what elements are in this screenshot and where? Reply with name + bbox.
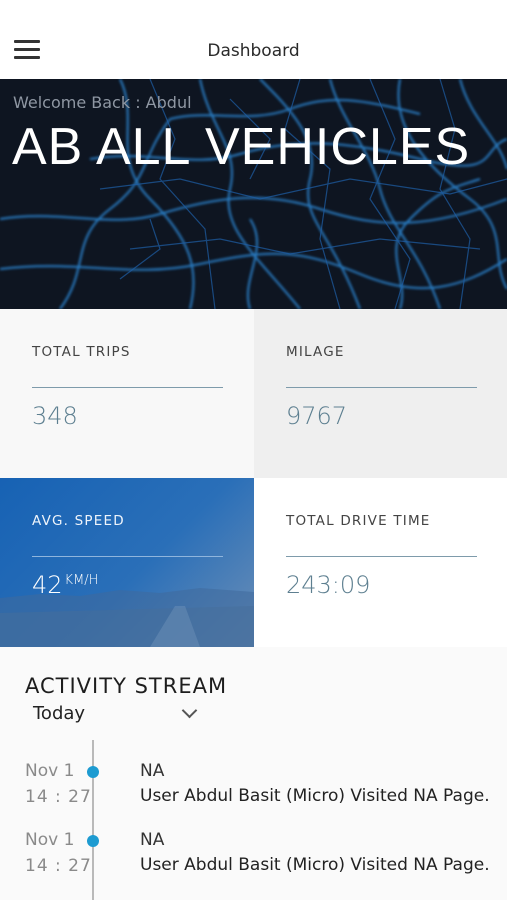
timeline-dot-icon <box>87 835 99 847</box>
divider <box>32 387 223 388</box>
activity-stream-heading: ACTIVITY STREAM <box>25 674 228 698</box>
divider <box>32 556 223 557</box>
activity-stream-section: ACTIVITY STREAM Today Nov 1 14 : 27 NA U… <box>0 647 507 900</box>
entry-date: Nov 1 <box>25 830 75 850</box>
activity-entry[interactable]: Nov 1 14 : 27 NA User Abdul Basit (Micro… <box>0 761 507 821</box>
road-background-graphic <box>0 588 254 647</box>
total-drive-time-value: 243:09 <box>286 571 371 599</box>
total-drive-time-label: TOTAL DRIVE TIME <box>286 513 431 529</box>
entry-date: Nov 1 <box>25 761 75 781</box>
app-header: Dashboard <box>0 0 507 79</box>
avg-speed-card[interactable]: AVG. SPEED 42 KM/H <box>0 478 254 647</box>
divider <box>286 556 477 557</box>
page-title: Dashboard <box>207 41 300 61</box>
activity-entry[interactable]: Nov 1 14 : 27 NA User Abdul Basit (Micro… <box>0 830 507 890</box>
timeline-dot-icon <box>87 766 99 778</box>
hero-banner: Welcome Back : Abdul AB ALL VEHICLES <box>0 79 507 309</box>
entry-time: 14 : 27 <box>25 856 92 876</box>
milage-card[interactable]: MILAGE 9767 <box>254 309 507 478</box>
divider <box>286 387 477 388</box>
avg-speed-label: AVG. SPEED <box>32 513 125 529</box>
entry-title: NA <box>140 761 165 781</box>
speed-unit: KM/H <box>64 573 99 588</box>
chevron-down-icon[interactable] <box>181 702 198 719</box>
fleet-name-heading: AB ALL VEHICLES <box>12 118 471 176</box>
entry-description: User Abdul Basit (Micro) Visited NA Page… <box>140 855 490 875</box>
milage-label: MILAGE <box>286 344 345 360</box>
milage-value: 9767 <box>286 402 348 430</box>
total-drive-time-card[interactable]: TOTAL DRIVE TIME 243:09 <box>254 478 507 647</box>
road-map-graphic <box>0 79 507 309</box>
date-filter-dropdown[interactable]: Today <box>33 702 205 731</box>
total-trips-card[interactable]: TOTAL TRIPS 348 <box>0 309 254 478</box>
welcome-text: Welcome Back : Abdul <box>13 93 192 112</box>
avg-speed-value: 42 KM/H <box>32 571 99 599</box>
total-trips-label: TOTAL TRIPS <box>32 344 131 360</box>
entry-title: NA <box>140 830 165 850</box>
entry-description: User Abdul Basit (Micro) Visited NA Page… <box>140 786 490 806</box>
total-trips-value: 348 <box>32 402 78 430</box>
entry-time: 14 : 27 <box>25 787 92 807</box>
date-filter-value: Today <box>33 703 86 724</box>
